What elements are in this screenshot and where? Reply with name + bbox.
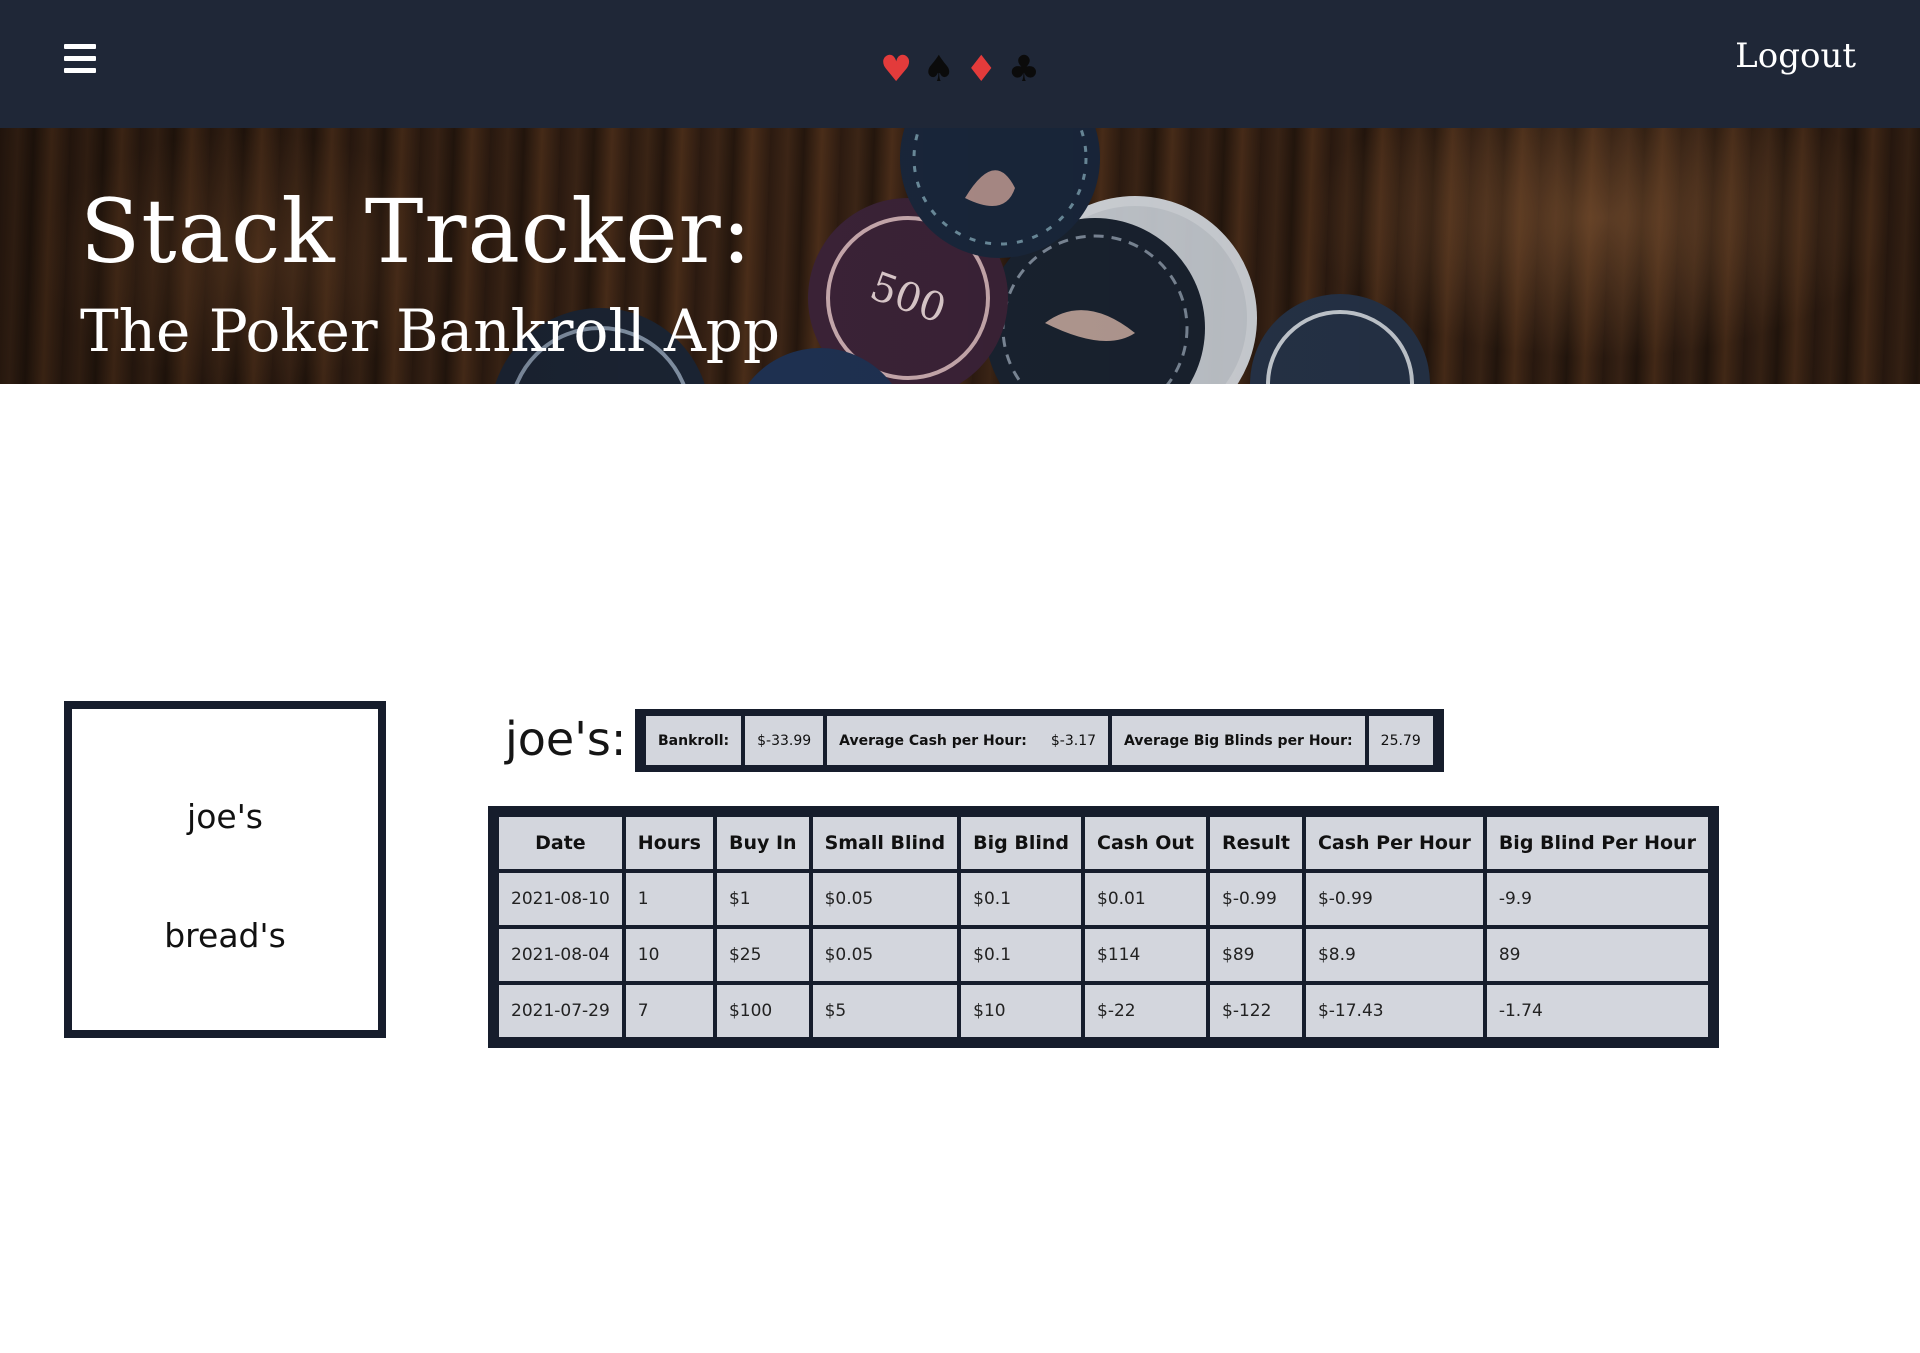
table-cell: $100 — [716, 985, 809, 1037]
table-cell: 2021-08-10 — [499, 873, 622, 925]
logout-link[interactable]: Logout — [1735, 36, 1856, 76]
table-row: 2021-07-29 7 $100 $5 $10 $-22 $-122 $-17… — [499, 985, 1708, 1037]
hamburger-bar — [64, 44, 96, 49]
table-cell: 89 — [1486, 929, 1708, 981]
avg-cash-per-hour-label: Average Cash per Hour: $-3.17 — [827, 716, 1109, 765]
column-header-date: Date — [499, 817, 622, 869]
table-cell: $10 — [961, 985, 1082, 1037]
column-header-small-blind: Small Blind — [812, 817, 958, 869]
table-cell: 7 — [625, 985, 713, 1037]
player-stats-title: joe's: — [505, 712, 627, 766]
table-header-row: Date Hours Buy In Small Blind Big Blind … — [499, 817, 1708, 869]
hero-subtitle: The Poker Bankroll App — [80, 297, 781, 365]
table-cell: $114 — [1085, 929, 1206, 981]
card-suits-logo: ♥ ♠ ♦ ♣ — [880, 40, 1040, 100]
summary-stats-table: Bankroll: $-33.99 Average Cash per Hour:… — [635, 709, 1444, 772]
avg-cash-per-hour-label-text: Average Cash per Hour: — [839, 732, 1027, 749]
top-navbar: ♥ ♠ ♦ ♣ Logout — [0, 0, 1920, 128]
table-cell: $-17.43 — [1305, 985, 1483, 1037]
bankroll-label: Bankroll: — [646, 716, 742, 765]
table-cell: -9.9 — [1486, 873, 1708, 925]
table-cell: 2021-07-29 — [499, 985, 622, 1037]
table-cell: $25 — [716, 929, 809, 981]
table-cell: $1 — [716, 873, 809, 925]
bankroll-value: $-33.99 — [745, 716, 824, 765]
club-icon: ♣ — [1007, 49, 1040, 90]
table-cell: $0.1 — [961, 873, 1082, 925]
table-cell: $0.05 — [812, 873, 958, 925]
column-header-big-blind-per-hour: Big Blind Per Hour — [1486, 817, 1708, 869]
column-header-cash-per-hour: Cash Per Hour — [1305, 817, 1483, 869]
table-cell: $0.1 — [961, 929, 1082, 981]
player-item-joe[interactable]: joe's — [72, 797, 378, 836]
table-cell: $89 — [1210, 929, 1302, 981]
table-cell: 2021-08-04 — [499, 929, 622, 981]
table-cell: $5 — [812, 985, 958, 1037]
hamburger-bar — [64, 56, 96, 61]
summary-row: Bankroll: $-33.99 Average Cash per Hour:… — [646, 716, 1433, 765]
heart-icon: ♥ — [880, 49, 913, 90]
hero-title: Stack Tracker: — [80, 180, 753, 283]
table-row: 2021-08-04 10 $25 $0.05 $0.1 $114 $89 $8… — [499, 929, 1708, 981]
table-cell: $-122 — [1210, 985, 1302, 1037]
player-list: joe's bread's — [64, 701, 386, 1038]
table-cell: $8.9 — [1305, 929, 1483, 981]
table-cell: 1 — [625, 873, 713, 925]
column-header-big-blind: Big Blind — [961, 817, 1082, 869]
column-header-result: Result — [1210, 817, 1302, 869]
hamburger-bar — [64, 68, 96, 73]
column-header-hours: Hours — [625, 817, 713, 869]
table-cell: $-0.99 — [1210, 873, 1302, 925]
table-cell: $0.01 — [1085, 873, 1206, 925]
column-header-buy-in: Buy In — [716, 817, 809, 869]
spade-icon: ♠ — [922, 49, 955, 90]
sessions-table: Date Hours Buy In Small Blind Big Blind … — [488, 806, 1719, 1048]
column-header-cash-out: Cash Out — [1085, 817, 1206, 869]
table-cell: $-22 — [1085, 985, 1206, 1037]
table-row: 2021-08-10 1 $1 $0.05 $0.1 $0.01 $-0.99 … — [499, 873, 1708, 925]
table-cell: -1.74 — [1486, 985, 1708, 1037]
diamond-icon: ♦ — [965, 49, 998, 90]
avg-cash-per-hour-value: $-3.17 — [1050, 732, 1097, 749]
player-item-bread[interactable]: bread's — [72, 916, 378, 955]
hamburger-menu-icon[interactable] — [64, 44, 96, 74]
hero-banner: 500 Stack Tracker: The Poker Bankroll Ap… — [0, 128, 1920, 384]
avg-big-blinds-per-hour-value: 25.79 — [1368, 716, 1433, 765]
table-cell: 10 — [625, 929, 713, 981]
table-cell: $0.05 — [812, 929, 958, 981]
avg-big-blinds-per-hour-label: Average Big Blinds per Hour: — [1112, 716, 1365, 765]
table-cell: $-0.99 — [1305, 873, 1483, 925]
